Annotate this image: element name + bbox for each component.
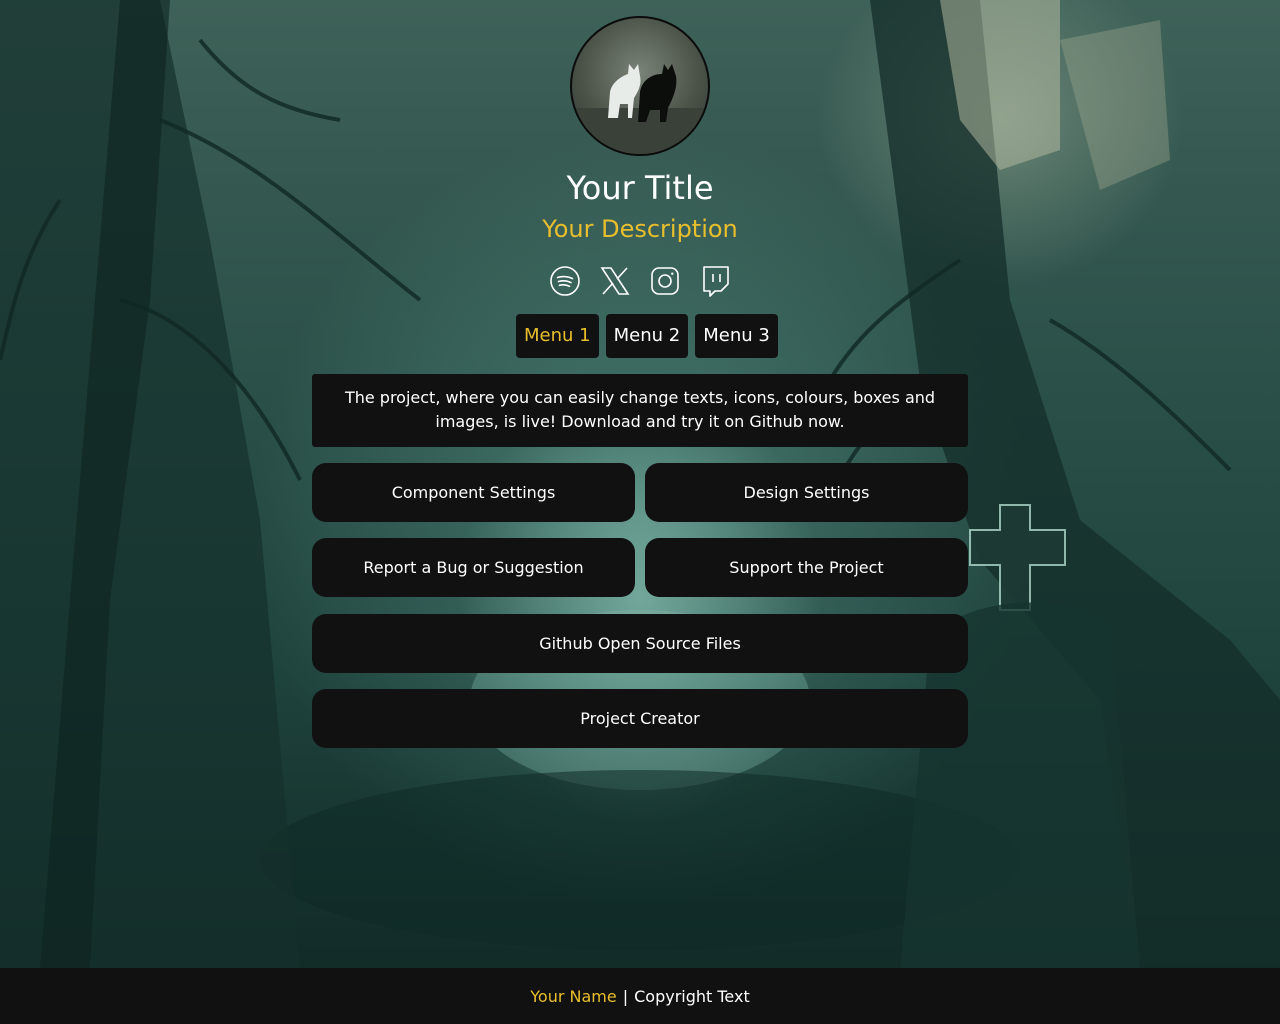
social-links bbox=[548, 264, 732, 300]
project-creator-button[interactable]: Project Creator bbox=[312, 689, 968, 748]
twitch-icon[interactable] bbox=[698, 264, 732, 298]
spotify-icon[interactable] bbox=[548, 264, 582, 298]
support-project-label: Support the Project bbox=[729, 558, 884, 577]
github-files-label: Github Open Source Files bbox=[539, 634, 741, 653]
tab-menu-2[interactable]: Menu 2 bbox=[605, 314, 689, 358]
footer: Your Name | Copyright Text bbox=[0, 968, 1280, 1024]
report-bug-label: Report a Bug or Suggestion bbox=[363, 558, 584, 577]
design-settings-button[interactable]: Design Settings bbox=[645, 463, 968, 522]
component-settings-button[interactable]: Component Settings bbox=[312, 463, 635, 522]
design-settings-label: Design Settings bbox=[743, 483, 870, 502]
footer-separator: | bbox=[622, 986, 629, 1006]
component-settings-label: Component Settings bbox=[391, 483, 556, 502]
page-description: Your Description bbox=[542, 215, 738, 243]
report-bug-button[interactable]: Report a Bug or Suggestion bbox=[312, 538, 635, 597]
support-project-button[interactable]: Support the Project bbox=[645, 538, 968, 597]
instagram-icon[interactable] bbox=[648, 264, 682, 298]
tab-menu-1[interactable]: Menu 1 bbox=[516, 314, 599, 358]
project-creator-label: Project Creator bbox=[580, 709, 700, 728]
cats-image bbox=[572, 64, 708, 154]
footer-name: Your Name bbox=[530, 986, 617, 1006]
announcement-box: The project, where you can easily change… bbox=[312, 374, 968, 447]
page-title: Your Title bbox=[566, 169, 714, 207]
x-icon[interactable] bbox=[598, 264, 632, 298]
avatar bbox=[570, 16, 710, 156]
tab-menu-3[interactable]: Menu 3 bbox=[695, 314, 778, 358]
footer-copyright: Copyright Text bbox=[634, 986, 750, 1006]
page-content: Your Title Your Description Menu 1 Menu … bbox=[0, 0, 1280, 968]
github-files-button[interactable]: Github Open Source Files bbox=[312, 614, 968, 673]
menu-tabs: Menu 1 Menu 2 Menu 3 bbox=[516, 314, 778, 358]
